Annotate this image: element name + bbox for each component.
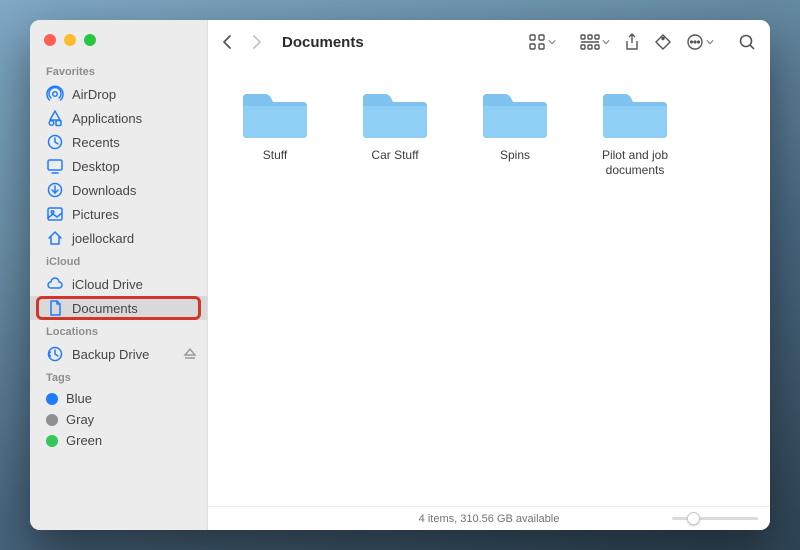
pictures-icon [46,205,64,223]
finder-window: Favorites AirDrop Applications Recents Deskt… [30,20,770,530]
toolbar-right [528,29,756,55]
sidebar-item-downloads[interactable]: Downloads [30,178,207,202]
sidebar-item-gray[interactable]: Gray [30,409,207,430]
sidebar-item-label: Downloads [72,183,136,198]
sidebar-item-label: Desktop [72,159,120,174]
sidebar-item-applications[interactable]: Applications [30,106,207,130]
minimize-button[interactable] [64,34,76,46]
sidebar-item-backup-drive[interactable]: Backup Drive [30,342,207,366]
icon-size-slider[interactable] [672,511,758,525]
main-area: Documents [208,20,770,530]
folder-item[interactable]: Stuff [230,86,320,163]
folder-icon [479,86,551,142]
status-bar: 4 items, 310.56 GB available [208,506,770,530]
action-button[interactable] [686,29,714,55]
close-button[interactable] [44,34,56,46]
eject-icon[interactable] [183,347,197,361]
toolbar: Documents [208,20,770,64]
traffic-lights [30,30,207,60]
home-icon [46,229,64,247]
folder-label: Spins [500,148,530,163]
sidebar-item-green[interactable]: Green [30,430,207,451]
sidebar-item-label: Green [66,433,102,448]
sidebar-item-label: Pictures [72,207,119,222]
folder-icon [239,86,311,142]
sidebar-item-label: Applications [72,111,142,126]
back-button[interactable] [216,29,238,55]
downloads-icon [46,181,64,199]
tags-button[interactable] [654,29,672,55]
folder-item[interactable]: Spins [470,86,560,163]
fullscreen-button[interactable] [84,34,96,46]
sidebar-section-header: Favorites [30,60,207,82]
folder-label: Car Stuff [371,148,418,163]
sidebar-item-label: joellockard [72,231,134,246]
airdrop-icon [46,85,64,103]
sidebar-item-desktop[interactable]: Desktop [30,154,207,178]
folder-icon [599,86,671,142]
folder-icon [359,86,431,142]
folder-label: Pilot and job documents [590,148,680,178]
status-text: 4 items, 310.56 GB available [419,513,560,525]
desktop-icon [46,157,64,175]
sidebar-item-joellockard[interactable]: joellockard [30,226,207,250]
sidebar-item-documents[interactable]: Documents [30,296,207,320]
sidebar-item-icloud-drive[interactable]: iCloud Drive [30,272,207,296]
sidebar-item-label: Backup Drive [72,347,149,362]
share-button[interactable] [624,29,640,55]
sidebar-item-blue[interactable]: Blue [30,388,207,409]
sidebar: Favorites AirDrop Applications Recents Deskt… [30,20,208,530]
search-button[interactable] [738,29,756,55]
sidebar-item-label: Blue [66,391,92,406]
sidebar-item-label: iCloud Drive [72,277,143,292]
tag-dot-icon [46,435,58,447]
view-mode-button[interactable] [528,29,556,55]
sidebar-item-label: AirDrop [72,87,116,102]
sidebar-item-label: Gray [66,412,94,427]
sidebar-item-label: Documents [72,301,138,316]
sidebar-section-header: Locations [30,320,207,342]
sidebar-item-airdrop[interactable]: AirDrop [30,82,207,106]
document-icon [46,299,64,317]
tag-dot-icon [46,414,58,426]
sidebar-item-recents[interactable]: Recents [30,130,207,154]
sidebar-section-header: Tags [30,366,207,388]
tag-dot-icon [46,393,58,405]
folder-item[interactable]: Pilot and job documents [590,86,680,178]
window-title: Documents [282,34,364,51]
sidebar-item-pictures[interactable]: Pictures [30,202,207,226]
folder-label: Stuff [263,148,287,163]
group-by-button[interactable] [580,29,610,55]
recents-icon [46,133,64,151]
forward-button[interactable] [246,29,268,55]
folder-grid: Stuff Car Stuff Spins Pilot and job documen… [208,64,770,506]
folder-item[interactable]: Car Stuff [350,86,440,163]
cloud-icon [46,275,64,293]
sidebar-section-header: iCloud [30,250,207,272]
timemachine-icon [46,345,64,363]
applications-icon [46,109,64,127]
sidebar-item-label: Recents [72,135,120,150]
